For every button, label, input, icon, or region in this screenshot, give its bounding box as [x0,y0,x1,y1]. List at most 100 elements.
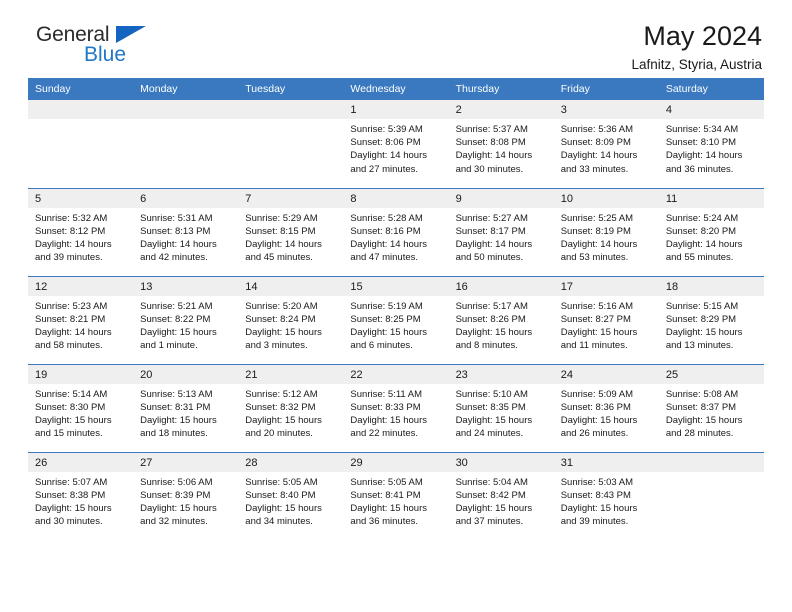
calendar-day-cell[interactable]: 21 Sunrise: 5:12 AM Sunset: 8:32 PM Dayligh… [238,363,344,452]
daylight-duration-line2: and 3 minutes. [245,340,308,352]
calendar-day-cell[interactable]: 28 Sunrise: 5:05 AM Sunset: 8:40 PM Dayligh… [238,451,344,540]
calendar-day-cell[interactable]: 30 Sunrise: 5:04 AM Sunset: 8:42 PM Dayligh… [448,451,554,540]
calendar-day-cell[interactable]: 26 Sunrise: 5:07 AM Sunset: 8:38 PM Dayligh… [28,451,134,540]
day-number: 3 [553,100,659,119]
sunset-time: Sunset: 8:13 PM [140,225,211,237]
daylight-duration-line1: Daylight: 14 hours [35,326,112,338]
general-blue-logo[interactable]: General Blue [28,22,166,74]
day-number: 25 [658,364,764,384]
day-cell-inner: 21 Sunrise: 5:12 AM Sunset: 8:32 PM Dayligh… [238,364,344,452]
day-number: 19 [28,364,134,384]
daylight-duration-line2: and 28 minutes. [665,428,734,440]
day-cell-inner [238,100,344,188]
daylight-duration-line1: Daylight: 15 hours [350,326,427,338]
calendar-day-cell[interactable]: 22 Sunrise: 5:11 AM Sunset: 8:33 PM Dayligh… [343,363,449,452]
sunset-time: Sunset: 8:22 PM [140,313,211,325]
daylight-duration-line2: and 32 minutes. [140,516,208,528]
sunset-time: Sunset: 8:42 PM [455,489,526,501]
sunrise-time: Sunrise: 5:06 AM [140,476,213,488]
sunset-time: Sunset: 8:16 PM [350,225,421,237]
daylight-duration-line2: and 39 minutes. [35,252,103,264]
calendar-day-cell[interactable]: 2 Sunrise: 5:37 AM Sunset: 8:08 PM Daylight… [448,100,554,188]
day-number: 7 [238,188,344,208]
daylight-duration-line2: and 42 minutes. [140,252,208,264]
calendar-day-cell[interactable]: 4 Sunrise: 5:34 AM Sunset: 8:10 PM Daylight… [658,100,764,188]
daylight-duration-line1: Daylight: 14 hours [140,238,217,250]
calendar-day-cell[interactable]: 14 Sunrise: 5:20 AM Sunset: 8:24 PM Dayligh… [238,275,344,364]
day-sun-info: Sunrise: 5:39 AM Sunset: 8:06 PM Daylight:… [343,119,448,176]
calendar-day-cell[interactable]: 20 Sunrise: 5:13 AM Sunset: 8:31 PM Dayligh… [133,363,239,452]
sunrise-time: Sunrise: 5:17 AM [455,300,528,312]
calendar-day-cell[interactable]: 17 Sunrise: 5:16 AM Sunset: 8:27 PM Dayligh… [553,275,659,364]
weekday-header-tuesday: Tuesday [238,78,344,100]
calendar-day-cell[interactable]: 10 Sunrise: 5:25 AM Sunset: 8:19 PM Dayligh… [553,187,659,276]
day-cell-inner: 18 Sunrise: 5:15 AM Sunset: 8:29 PM Dayligh… [658,276,764,364]
day-number: 27 [133,452,239,472]
day-sun-info [659,472,764,476]
calendar-day-cell[interactable]: 11 Sunrise: 5:24 AM Sunset: 8:20 PM Dayligh… [658,187,764,276]
sunset-time: Sunset: 8:26 PM [455,313,526,325]
daylight-duration-line1: Daylight: 15 hours [560,502,638,514]
daylight-duration-line2: and 24 minutes. [455,428,524,440]
calendar-page: General Blue May 2024 Lafnitz, Styria, A… [0,0,792,612]
calendar-day-cell[interactable]: 15 Sunrise: 5:19 AM Sunset: 8:25 PM Dayligh… [343,275,449,364]
month-calendar: Sunday Monday Tuesday Wednesday Thursday… [28,78,764,540]
day-sun-info: Sunrise: 5:20 AM Sunset: 8:24 PM Daylight:… [238,296,343,353]
calendar-day-cell[interactable]: 19 Sunrise: 5:14 AM Sunset: 8:30 PM Dayligh… [28,363,134,452]
daylight-duration-line2: and 34 minutes. [245,516,313,528]
sunrise-time: Sunrise: 5:13 AM [140,388,213,400]
calendar-day-cell[interactable]: 6 Sunrise: 5:31 AM Sunset: 8:13 PM Daylight… [133,187,239,276]
day-cell-inner: 31 Sunrise: 5:03 AM Sunset: 8:43 PM Dayligh… [553,452,659,541]
day-number [658,452,764,472]
calendar-day-cell[interactable]: 16 Sunrise: 5:17 AM Sunset: 8:26 PM Dayligh… [448,275,554,364]
calendar-day-cell[interactable]: 8 Sunrise: 5:28 AM Sunset: 8:16 PM Daylight… [343,187,449,276]
sunrise-time: Sunrise: 5:11 AM [350,388,423,400]
day-number: 23 [448,364,554,384]
weekday-header-row: Sunday Monday Tuesday Wednesday Thursday… [28,78,764,100]
daylight-duration-line2: and 58 minutes. [35,340,103,352]
daylight-duration-line1: Daylight: 14 hours [35,238,112,250]
sunrise-time: Sunrise: 5:09 AM [560,388,634,400]
calendar-day-cell[interactable]: 12 Sunrise: 5:23 AM Sunset: 8:21 PM Dayligh… [28,275,134,364]
calendar-day-cell[interactable]: 13 Sunrise: 5:21 AM Sunset: 8:22 PM Dayligh… [133,275,239,364]
daylight-duration-line2: and 37 minutes. [455,516,524,528]
logo-text-blue: Blue [84,43,127,66]
day-number: 13 [133,276,239,296]
day-cell-inner: 11 Sunrise: 5:24 AM Sunset: 8:20 PM Dayligh… [658,188,764,276]
daylight-duration-line1: Daylight: 14 hours [560,238,638,250]
weekday-header-saturday: Saturday [658,78,764,100]
calendar-day-cell[interactable]: 5 Sunrise: 5:32 AM Sunset: 8:12 PM Daylight… [28,187,134,276]
sunset-time: Sunset: 8:33 PM [350,401,421,413]
calendar-day-cell[interactable]: 27 Sunrise: 5:06 AM Sunset: 8:39 PM Dayligh… [133,451,239,540]
day-cell-inner: 12 Sunrise: 5:23 AM Sunset: 8:21 PM Dayligh… [28,276,134,364]
calendar-empty-cell [658,451,764,540]
day-sun-info: Sunrise: 5:32 AM Sunset: 8:12 PM Daylight:… [28,208,133,265]
day-sun-info: Sunrise: 5:05 AM Sunset: 8:40 PM Daylight:… [238,472,343,529]
day-number: 17 [553,276,659,296]
calendar-day-cell[interactable]: 1 Sunrise: 5:39 AM Sunset: 8:06 PM Daylight… [343,100,449,188]
daylight-duration-line1: Daylight: 14 hours [245,238,322,250]
calendar-day-cell[interactable]: 24 Sunrise: 5:09 AM Sunset: 8:36 PM Dayligh… [553,363,659,452]
day-cell-inner: 23 Sunrise: 5:10 AM Sunset: 8:35 PM Dayligh… [448,364,554,452]
daylight-duration-line1: Daylight: 15 hours [455,326,533,338]
calendar-day-cell[interactable]: 9 Sunrise: 5:27 AM Sunset: 8:17 PM Daylight… [448,187,554,276]
daylight-duration-line1: Daylight: 15 hours [350,414,427,426]
day-sun-info: Sunrise: 5:21 AM Sunset: 8:22 PM Daylight:… [133,296,238,353]
calendar-empty-cell [238,100,344,188]
day-number: 8 [343,188,449,208]
calendar-day-cell[interactable]: 23 Sunrise: 5:10 AM Sunset: 8:35 PM Dayligh… [448,363,554,452]
calendar-day-cell[interactable]: 29 Sunrise: 5:05 AM Sunset: 8:41 PM Dayligh… [343,451,449,540]
calendar-day-cell[interactable]: 31 Sunrise: 5:03 AM Sunset: 8:43 PM Dayligh… [553,451,659,541]
calendar-day-cell[interactable]: 25 Sunrise: 5:08 AM Sunset: 8:37 PM Dayligh… [658,363,764,452]
day-sun-info: Sunrise: 5:14 AM Sunset: 8:30 PM Daylight:… [28,384,133,441]
day-cell-inner: 17 Sunrise: 5:16 AM Sunset: 8:27 PM Dayligh… [553,276,659,364]
day-sun-info: Sunrise: 5:08 AM Sunset: 8:37 PM Daylight:… [659,384,764,441]
day-cell-inner: 16 Sunrise: 5:17 AM Sunset: 8:26 PM Dayligh… [448,276,554,364]
calendar-day-cell[interactable]: 18 Sunrise: 5:15 AM Sunset: 8:29 PM Dayligh… [658,275,764,364]
day-sun-info [238,119,343,123]
day-number: 10 [553,188,659,208]
calendar-day-cell[interactable]: 3 Sunrise: 5:36 AM Sunset: 8:09 PM Daylight… [553,100,659,188]
day-cell-inner: 15 Sunrise: 5:19 AM Sunset: 8:25 PM Dayligh… [343,276,449,364]
day-sun-info: Sunrise: 5:28 AM Sunset: 8:16 PM Daylight:… [343,208,448,265]
calendar-day-cell[interactable]: 7 Sunrise: 5:29 AM Sunset: 8:15 PM Daylight… [238,187,344,276]
